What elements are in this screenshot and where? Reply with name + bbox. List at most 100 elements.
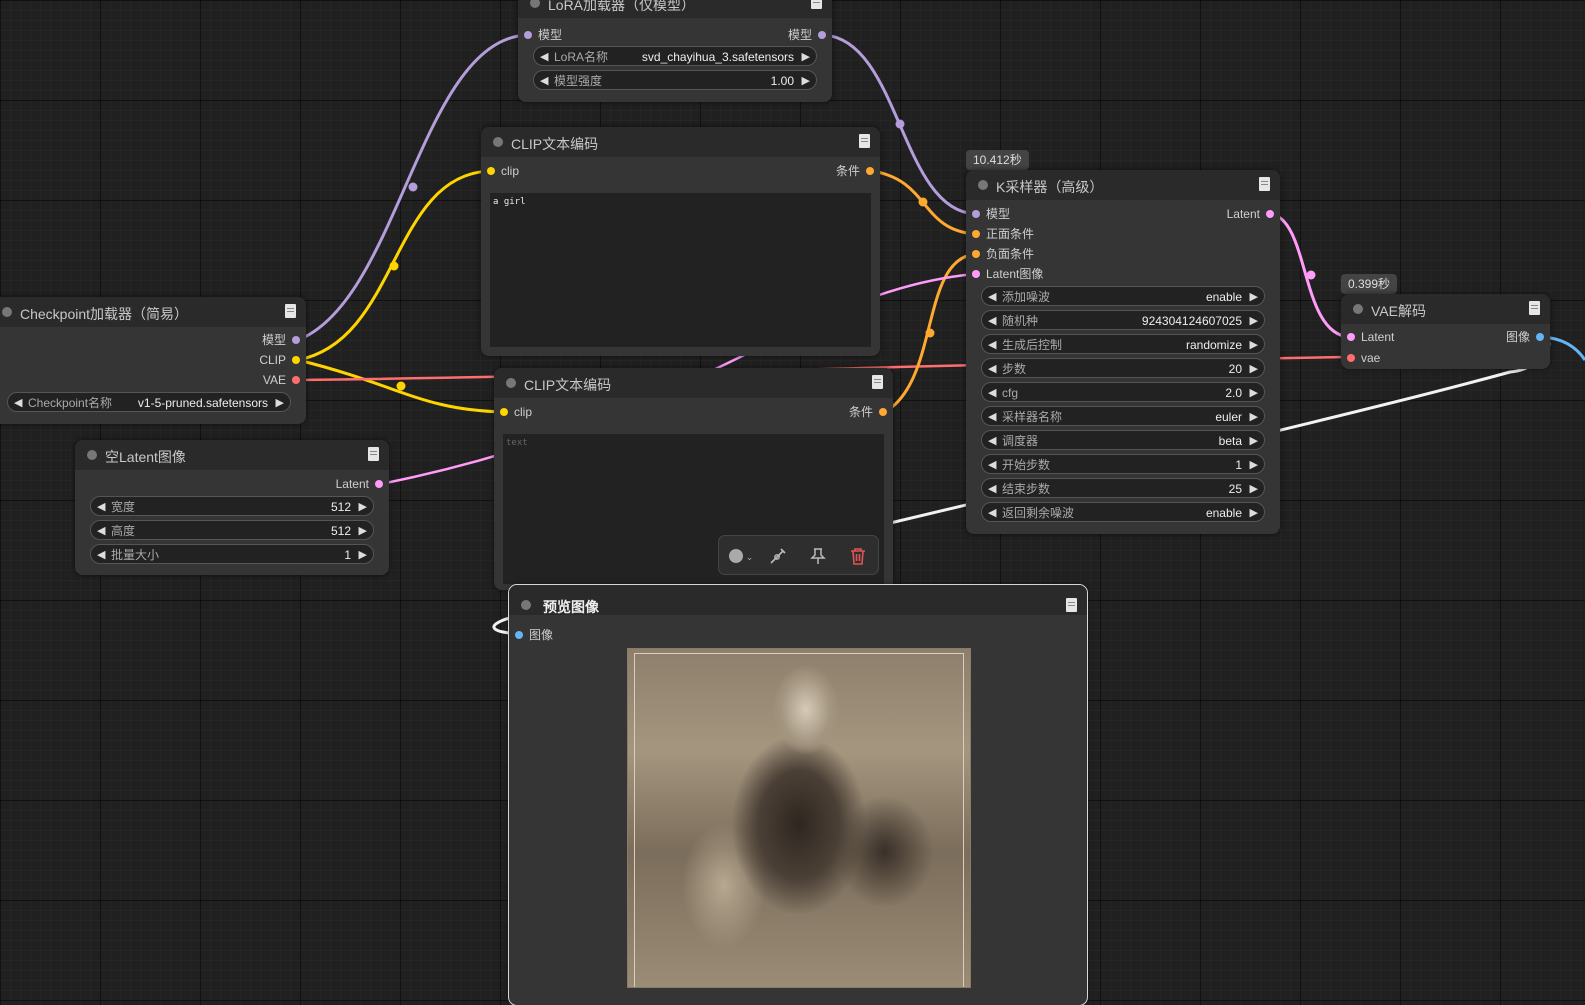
- collapse-dot-icon[interactable]: [87, 450, 97, 460]
- clip-slot-icon[interactable]: [487, 167, 495, 175]
- latent-slot-icon[interactable]: [972, 270, 980, 278]
- arrow-left-icon[interactable]: ◀: [988, 287, 996, 307]
- conditioning-slot-icon[interactable]: [866, 167, 874, 175]
- lora-loader-node[interactable]: LoRA加载器（仅模型） 模型 模型 ◀ LoRA名称 svd_chayihua…: [518, 0, 832, 102]
- width-widget[interactable]: ◀ 宽度 512 ▶: [90, 496, 374, 516]
- input-image[interactable]: 图像: [509, 626, 553, 644]
- end-step-widget[interactable]: ◀ 结束步数 25 ▶: [981, 478, 1265, 498]
- document-icon[interactable]: [811, 0, 822, 9]
- arrow-right-icon[interactable]: ▶: [802, 71, 810, 91]
- preview-image[interactable]: [627, 648, 971, 988]
- conditioning-slot-icon[interactable]: [972, 250, 980, 258]
- arrow-left-icon[interactable]: ◀: [988, 335, 996, 355]
- document-icon[interactable]: [1529, 301, 1540, 315]
- clip-slot-icon[interactable]: [292, 356, 300, 364]
- cfg-widget[interactable]: ◀ cfg 2.0 ▶: [981, 382, 1265, 402]
- arrow-right-icon[interactable]: ▶: [1250, 479, 1258, 499]
- delete-button[interactable]: [847, 544, 869, 566]
- add-noise-widget[interactable]: ◀ 添加噪波 enable ▶: [981, 286, 1265, 306]
- sampler-name-widget[interactable]: ◀ 采样器名称 euler ▶: [981, 406, 1265, 426]
- model-slot-icon[interactable]: [972, 210, 980, 218]
- vae-slot-icon[interactable]: [1347, 354, 1355, 362]
- height-widget[interactable]: ◀ 高度 512 ▶: [90, 520, 374, 540]
- arrow-left-icon[interactable]: ◀: [988, 383, 996, 403]
- arrow-left-icon[interactable]: ◀: [988, 407, 996, 427]
- arrow-left-icon[interactable]: ◀: [97, 545, 105, 565]
- output-model[interactable]: 模型: [262, 331, 306, 349]
- pin-button[interactable]: [807, 544, 829, 566]
- input-latent-image[interactable]: Latent图像: [966, 265, 1043, 283]
- arrow-right-icon[interactable]: ▶: [802, 47, 810, 67]
- input-clip[interactable]: clip: [494, 403, 532, 421]
- input-model[interactable]: 模型: [518, 26, 562, 44]
- conditioning-slot-icon[interactable]: [972, 230, 980, 238]
- vae-slot-icon[interactable]: [292, 376, 300, 384]
- seed-widget[interactable]: ◀ 随机种 924304124607025 ▶: [981, 310, 1265, 330]
- arrow-right-icon[interactable]: ▶: [359, 497, 367, 517]
- scheduler-widget[interactable]: ◀ 调度器 beta ▶: [981, 430, 1265, 450]
- latent-slot-icon[interactable]: [1347, 333, 1355, 341]
- ksampler-advanced-node[interactable]: K采样器（高级） 模型 Latent 正面条件 负面条件 Latent图像 ◀ …: [966, 170, 1280, 534]
- input-latent[interactable]: Latent: [1341, 328, 1394, 346]
- arrow-left-icon[interactable]: ◀: [988, 479, 996, 499]
- node-header[interactable]: 空Latent图像: [75, 440, 389, 470]
- control-after-generate-widget[interactable]: ◀ 生成后控制 randomize ▶: [981, 334, 1265, 354]
- arrow-left-icon[interactable]: ◀: [97, 521, 105, 541]
- empty-latent-node[interactable]: 空Latent图像 Latent ◀ 宽度 512 ▶ ◀ 高度 512 ▶ ◀…: [75, 440, 389, 575]
- arrow-right-icon[interactable]: ▶: [1250, 407, 1258, 427]
- input-positive[interactable]: 正面条件: [966, 225, 1034, 243]
- arrow-left-icon[interactable]: ◀: [988, 455, 996, 475]
- return-leftover-noise-widget[interactable]: ◀ 返回剩余噪波 enable ▶: [981, 502, 1265, 522]
- arrow-left-icon[interactable]: ◀: [988, 431, 996, 451]
- arrow-right-icon[interactable]: ▶: [359, 545, 367, 565]
- output-model[interactable]: 模型: [788, 26, 832, 44]
- output-conditioning[interactable]: 条件: [849, 403, 893, 421]
- document-icon[interactable]: [1066, 598, 1077, 612]
- arrow-right-icon[interactable]: ▶: [1250, 287, 1258, 307]
- arrow-right-icon[interactable]: ▶: [1250, 359, 1258, 379]
- arrow-right-icon[interactable]: ▶: [1250, 431, 1258, 451]
- model-strength-widget[interactable]: ◀ 模型强度 1.00 ▶: [533, 70, 817, 90]
- node-header[interactable]: K采样器（高级）: [966, 170, 1280, 200]
- conditioning-slot-icon[interactable]: [879, 408, 887, 416]
- collapse-dot-icon[interactable]: [521, 600, 531, 610]
- collapse-dot-icon[interactable]: [530, 0, 540, 8]
- node-header[interactable]: CLIP文本编码: [494, 368, 893, 398]
- output-latent[interactable]: Latent: [1227, 205, 1280, 223]
- start-step-widget[interactable]: ◀ 开始步数 1 ▶: [981, 454, 1265, 474]
- input-vae[interactable]: vae: [1341, 349, 1380, 367]
- arrow-right-icon[interactable]: ▶: [276, 393, 284, 413]
- arrow-right-icon[interactable]: ▶: [1250, 503, 1258, 523]
- document-icon[interactable]: [368, 447, 379, 461]
- checkpoint-loader-node[interactable]: Checkpoint加载器（简易） 模型 CLIP VAE ◀ Checkpoi…: [0, 297, 306, 424]
- collapse-dot-icon[interactable]: [2, 307, 12, 317]
- arrow-right-icon[interactable]: ▶: [1250, 455, 1258, 475]
- arrow-left-icon[interactable]: ◀: [540, 71, 548, 91]
- arrow-left-icon[interactable]: ◀: [988, 311, 996, 331]
- arrow-right-icon[interactable]: ▶: [1250, 335, 1258, 355]
- output-clip[interactable]: CLIP: [259, 351, 306, 369]
- latent-slot-icon[interactable]: [375, 480, 383, 488]
- node-header[interactable]: VAE解码: [1341, 294, 1550, 324]
- model-slot-icon[interactable]: [292, 336, 300, 344]
- collapse-dot-icon[interactable]: [506, 378, 516, 388]
- image-slot-icon[interactable]: [515, 631, 523, 639]
- arrow-right-icon[interactable]: ▶: [1250, 311, 1258, 331]
- checkpoint-name-widget[interactable]: ◀ Checkpoint名称 v1-5-pruned.safetensors ▶: [7, 392, 291, 412]
- collapse-dot-icon[interactable]: [978, 180, 988, 190]
- collapse-dot-icon[interactable]: [1353, 304, 1363, 314]
- batch-size-widget[interactable]: ◀ 批量大小 1 ▶: [90, 544, 374, 564]
- latent-slot-icon[interactable]: [1266, 210, 1274, 218]
- vae-decode-node[interactable]: VAE解码 Latent 图像 vae: [1341, 294, 1550, 369]
- bypass-button[interactable]: [767, 544, 789, 566]
- collapse-dot-icon[interactable]: [493, 137, 503, 147]
- steps-widget[interactable]: ◀ 步数 20 ▶: [981, 358, 1265, 378]
- input-negative[interactable]: 负面条件: [966, 245, 1034, 263]
- arrow-left-icon[interactable]: ◀: [988, 359, 996, 379]
- node-header[interactable]: CLIP文本编码: [481, 127, 880, 157]
- model-slot-icon[interactable]: [524, 31, 532, 39]
- arrow-right-icon[interactable]: ▶: [1250, 383, 1258, 403]
- node-header[interactable]: LoRA加载器（仅模型）: [518, 0, 832, 18]
- output-vae[interactable]: VAE: [263, 371, 306, 389]
- node-header[interactable]: Checkpoint加载器（简易）: [0, 297, 306, 327]
